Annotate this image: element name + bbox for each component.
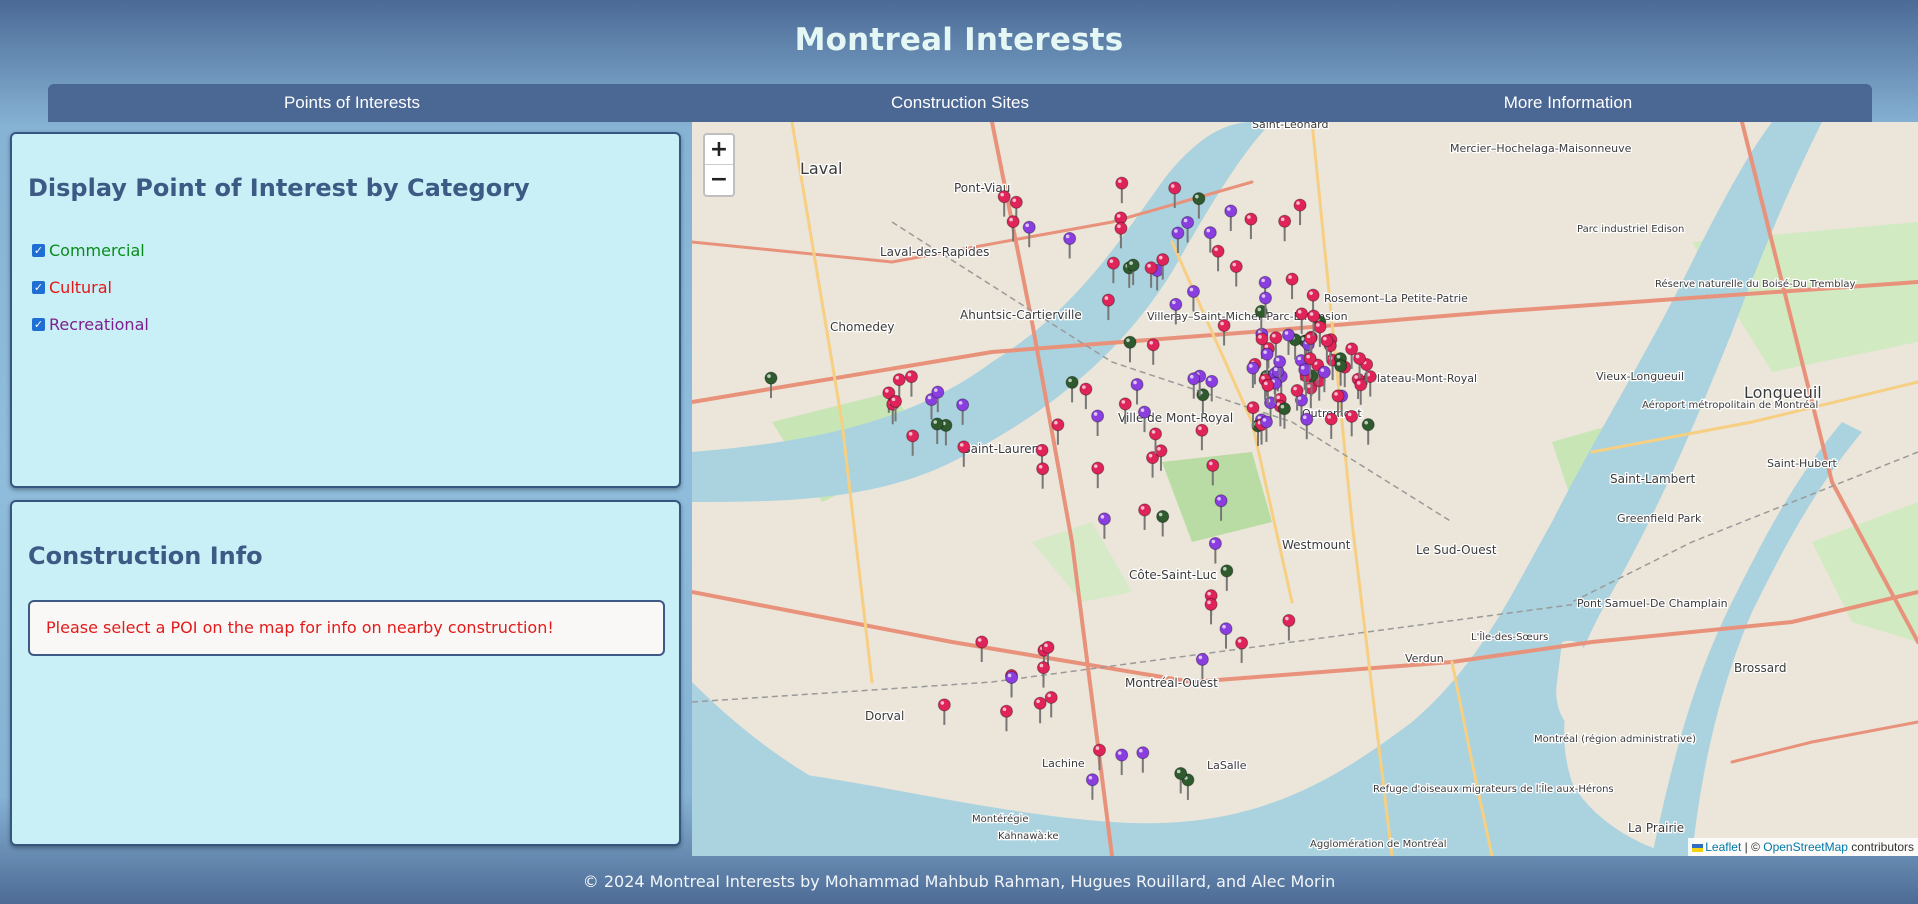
map-place-label: Mercier–Hochelaga-Maisonneuve (1450, 142, 1632, 155)
map-place-label: Greenfield Park (1617, 512, 1702, 525)
zoom-out-button[interactable]: − (705, 165, 733, 195)
map-place-label: Réserve naturelle du Boisé-Du Tremblay (1655, 278, 1856, 290)
map-place-label: Vieux-Longueuil (1596, 370, 1684, 383)
map-place-label: Montréal-Ouest (1125, 676, 1218, 690)
poi-category-panel: Display Point of Interest by Category ✓ … (10, 132, 681, 488)
cultural-label: Cultural (49, 278, 112, 297)
map-place-label: Côte-Saint-Luc (1129, 568, 1217, 582)
recreational-label: Recreational (49, 315, 149, 334)
map-place-label: Aéroport métropolitain de Montréal (1642, 399, 1818, 411)
map-place-label: Montérégie (972, 813, 1028, 825)
footer-credit: © 2024 Montreal Interests by Mohammad Ma… (582, 872, 1336, 891)
map-place-label: Laval (800, 159, 842, 178)
map-place-label: Chomedey (830, 320, 895, 334)
attribution-suffix: contributors (1847, 840, 1914, 854)
osm-link[interactable]: OpenStreetMap (1763, 840, 1848, 854)
map[interactable]: Laval Pont-Viau Laval-des-Rapides Chomedey A… (692, 122, 1918, 856)
tab-construction-sites[interactable]: Construction Sites (656, 84, 1264, 122)
map-place-label: Saint-Lambert (1610, 472, 1696, 486)
zoom-in-button[interactable]: + (705, 135, 733, 165)
construction-message: Please select a POI on the map for info … (28, 600, 665, 656)
map-place-label: Montréal (région administrative) (1534, 733, 1696, 745)
cultural-checkbox[interactable]: ✓ (32, 281, 45, 294)
zoom-control: + − (703, 133, 735, 197)
commercial-label: Commercial (49, 241, 145, 260)
poi-panel-title: Display Point of Interest by Category (28, 174, 530, 202)
map-place-label: LaSalle (1207, 759, 1247, 772)
map-attribution: Leaflet | © OpenStreetMap contributors (1688, 838, 1918, 856)
map-place-label: Laval-des-Rapides (880, 245, 989, 259)
map-place-label: Pont Samuel-De Champlain (1577, 597, 1728, 610)
map-place-label: La Prairie (1628, 821, 1684, 835)
map-place-label: Parc industriel Edison (1577, 224, 1684, 235)
ukraine-flag-icon (1692, 843, 1704, 852)
map-place-label: Refuge d'oiseaux migrateurs de l'Île aux… (1373, 782, 1614, 795)
map-place-label: Agglomération de Montréal (1310, 838, 1447, 850)
nav-bar: Points of Interests Construction Sites M… (48, 84, 1872, 122)
map-place-label: Saint-Laurent (963, 442, 1044, 456)
map-place-label: Saint-Léonard (1252, 122, 1329, 131)
map-place-label: Brossard (1734, 661, 1786, 675)
tab-points-of-interests[interactable]: Points of Interests (48, 84, 656, 122)
attribution-separator: | © (1741, 840, 1764, 854)
construction-info-panel: Construction Info Please select a POI on… (10, 500, 681, 846)
recreational-checkbox[interactable]: ✓ (32, 318, 45, 331)
map-place-label: Rosemont–La Petite-Patrie (1324, 292, 1468, 305)
category-recreational[interactable]: ✓ Recreational (32, 306, 679, 343)
category-commercial[interactable]: ✓ Commercial (32, 232, 679, 269)
map-place-label: Le Sud-Ouest (1416, 543, 1497, 557)
page-title: Montreal Interests (794, 22, 1124, 58)
category-cultural[interactable]: ✓ Cultural (32, 269, 679, 306)
tab-more-information[interactable]: More Information (1264, 84, 1872, 122)
map-place-label: Dorval (865, 709, 904, 723)
commercial-checkbox[interactable]: ✓ (32, 244, 45, 257)
map-canvas[interactable]: LavalPont-ViauLaval-des-RapidesChomedeyA… (692, 122, 1918, 856)
map-place-label: Lachine (1042, 757, 1085, 770)
map-place-label: Verdun (1405, 652, 1444, 665)
construction-panel-title: Construction Info (28, 542, 263, 570)
map-place-label: Ahuntsic-Cartierville (960, 308, 1082, 322)
map-place-label: Ville de Mont-Royal (1118, 411, 1233, 425)
map-place-label: L'Île-des-Sœurs (1471, 630, 1548, 643)
map-place-label: Westmount (1282, 538, 1351, 552)
category-list: ✓ Commercial ✓ Cultural ✓ Recreational (32, 232, 679, 343)
map-place-label: Kahnawà:ke (998, 830, 1059, 842)
map-place-label: Saint-Hubert (1767, 457, 1838, 470)
leaflet-link[interactable]: Leaflet (1705, 840, 1741, 854)
